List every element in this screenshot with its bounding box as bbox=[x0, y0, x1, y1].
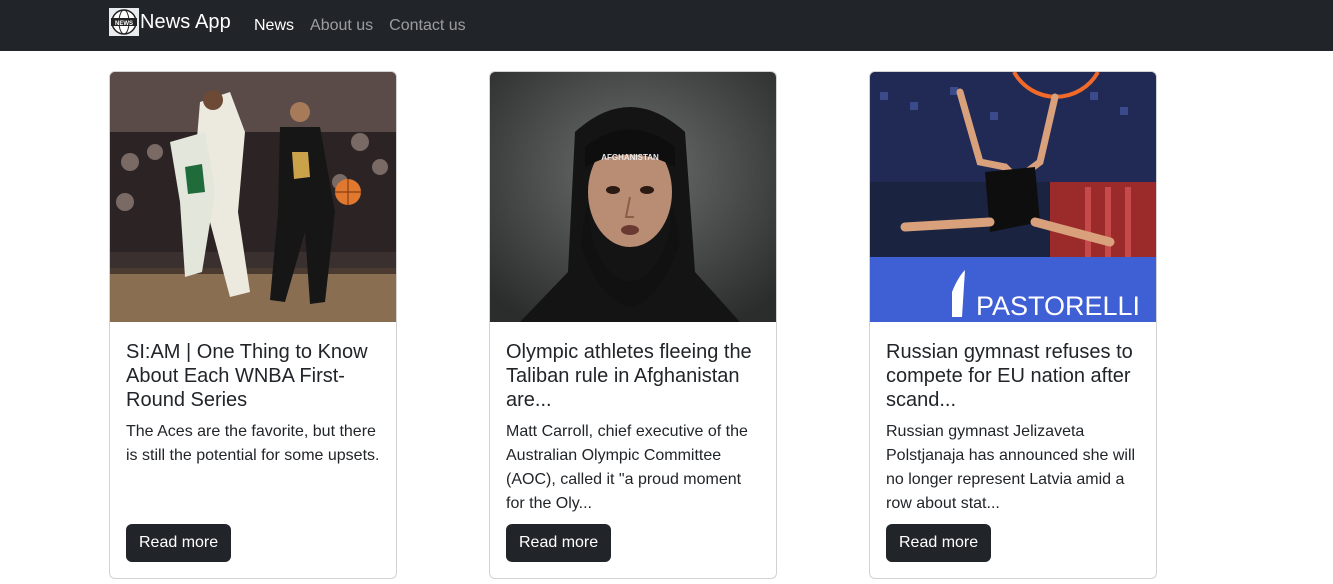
news-card: SI:AM | One Thing to Know About Each WNB… bbox=[109, 71, 397, 579]
card-body: Russian gymnast refuses to compete for E… bbox=[870, 322, 1156, 578]
article-image-gymnast: PASTORELLI bbox=[870, 72, 1156, 322]
read-more-button[interactable]: Read more bbox=[126, 524, 232, 562]
brand-link[interactable]: NEWS News App bbox=[109, 8, 231, 36]
read-more-button[interactable]: Read more bbox=[886, 524, 992, 562]
article-image-athlete: AFGHANISTAN bbox=[490, 72, 776, 322]
card-body: SI:AM | One Thing to Know About Each WNB… bbox=[110, 322, 396, 578]
nav-about-us[interactable]: About us bbox=[310, 14, 373, 38]
article-description: The Aces are the favorite, but there is … bbox=[126, 423, 380, 464]
article-description: Matt Carroll, chief executive of the Aus… bbox=[506, 423, 748, 512]
article-image-basketball bbox=[110, 72, 396, 322]
article-title: Russian gymnast refuses to compete for E… bbox=[886, 341, 1133, 411]
navbar: NEWS News App News About us Contact us bbox=[0, 0, 1333, 51]
article-title: Olympic athletes fleeing the Taliban rul… bbox=[506, 341, 752, 411]
nav-contact-us[interactable]: Contact us bbox=[389, 14, 465, 38]
nav-news[interactable]: News bbox=[254, 14, 294, 38]
svg-text:NEWS: NEWS bbox=[115, 21, 133, 27]
article-title: SI:AM | One Thing to Know About Each WNB… bbox=[126, 341, 368, 411]
card-body: Olympic athletes fleeing the Taliban rul… bbox=[490, 322, 776, 578]
read-more-button[interactable]: Read more bbox=[506, 524, 612, 562]
globe-news-icon: NEWS bbox=[109, 8, 139, 36]
nav-links: News About us Contact us bbox=[254, 0, 482, 51]
brand-title: News App bbox=[140, 11, 231, 33]
news-card: AFGHANISTAN Olympic athletes fleeing the… bbox=[489, 71, 777, 579]
news-card: PASTORELLI Russian gymnast refuses to co… bbox=[869, 71, 1157, 579]
banner-text: PASTORELLI bbox=[976, 291, 1140, 321]
headband-text: AFGHANISTAN bbox=[601, 153, 659, 162]
article-description: Russian gymnast Jelizaveta Polstjanaja h… bbox=[886, 423, 1136, 512]
